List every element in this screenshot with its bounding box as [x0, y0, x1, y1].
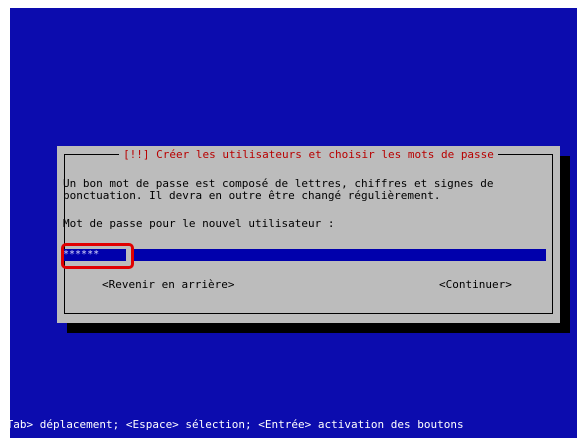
description-line-2: ponctuation. Il devra en outre être chan…: [63, 189, 441, 202]
password-prompt-label: Mot de passe pour le nouvel utilisateur …: [63, 217, 335, 230]
installer-screen: [!!] Créer les utilisateurs et choisir l…: [10, 8, 577, 438]
dialog-title-text: [!!] Créer les utilisateurs et choisir l…: [119, 148, 498, 161]
password-dialog: [!!] Créer les utilisateurs et choisir l…: [57, 146, 560, 323]
password-input[interactable]: ******: [63, 249, 546, 261]
dialog-title: [!!] Créer les utilisateurs et choisir l…: [57, 148, 560, 161]
status-bar: <Tab> déplacement; <Espace> sélection; <…: [0, 418, 464, 431]
continue-button[interactable]: <Continuer>: [439, 279, 512, 291]
back-button[interactable]: <Revenir en arrière>: [102, 279, 234, 291]
highlight-annotation: [61, 243, 134, 269]
